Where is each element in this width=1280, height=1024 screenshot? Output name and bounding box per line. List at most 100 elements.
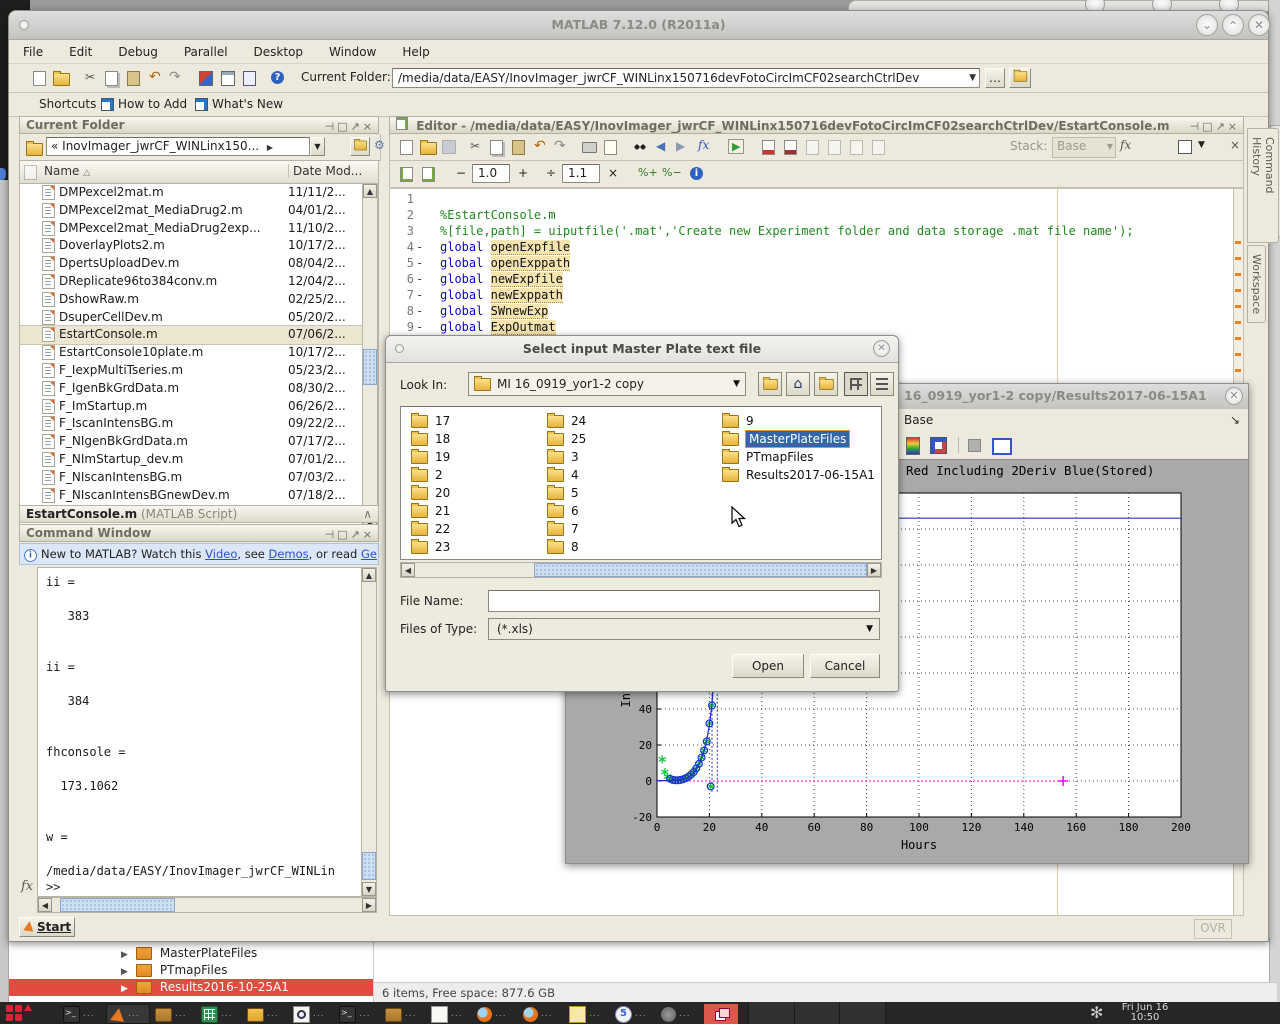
multiply-icon[interactable]: × (608, 166, 618, 180)
file-name-input[interactable] (488, 590, 880, 612)
close-button[interactable]: ✕ (1225, 387, 1243, 405)
start-button[interactable]: Start (19, 917, 75, 937)
menu-file[interactable]: File (23, 45, 43, 59)
menu-debug[interactable]: Debug (118, 45, 157, 59)
code-area[interactable]: 12%EstartConsole.m3%[file,path] = uiputf… (392, 191, 1232, 335)
go-back-icon[interactable]: ◀ (656, 139, 665, 153)
current-folder-header[interactable]: Current Folder ⊣□↗× (19, 116, 379, 134)
code-line[interactable]: 5-global openExppath (392, 255, 1232, 271)
code-line[interactable]: 2%EstartConsole.m (392, 207, 1232, 223)
lint-mark[interactable] (1235, 273, 1241, 276)
edit-plot-icon[interactable] (968, 439, 981, 452)
taskbar-item-calc[interactable]: ... (198, 1004, 242, 1024)
dock-icon[interactable]: ⊣ (325, 528, 338, 541)
redo-icon[interactable]: ↷ (169, 69, 181, 85)
lint-mark[interactable] (1235, 257, 1241, 260)
scroll-right-icon[interactable]: ▶ (362, 898, 376, 912)
grid-view-button[interactable] (844, 372, 868, 396)
redo-icon[interactable]: ↷ (554, 138, 566, 154)
dropdown-icon[interactable]: ▼ (733, 373, 740, 395)
clear-breakpoints-icon[interactable] (784, 140, 797, 155)
taskbar-item-find[interactable]: ... (290, 1004, 334, 1024)
fm-tree-row[interactable]: ▶MasterPlateFiles (9, 945, 373, 962)
undock-icon[interactable]: ↗ (1216, 120, 1228, 133)
print-icon[interactable] (582, 142, 597, 153)
path-dropdown-icon[interactable]: ▼ (969, 69, 976, 87)
file-row[interactable]: F_NIscanIntensBG.m07/03/2... (20, 469, 362, 487)
code-line[interactable]: 3%[file,path] = uiputfile('.mat','Create… (392, 223, 1232, 239)
expand-icon[interactable]: ▶ (121, 981, 128, 998)
help-icon[interactable]: ? (271, 71, 284, 84)
file-row[interactable]: DsuperCellDev.m05/20/2... (20, 309, 362, 327)
fm-tree-row[interactable]: ▶PTmapFiles (9, 962, 373, 979)
tab-workspace[interactable]: Workspace (1247, 245, 1266, 323)
undo-icon[interactable]: ↶ (149, 69, 161, 85)
cf-vscrollbar[interactable]: ▲ ▼ (362, 183, 378, 532)
file-row[interactable]: F_ImStartup.m06/26/2... (20, 398, 362, 416)
scroll-up-icon[interactable]: ▲ (363, 184, 377, 198)
insert-cell-icon[interactable] (400, 167, 413, 182)
step-icon[interactable] (806, 140, 819, 155)
stack-fx-icon[interactable]: fx (1120, 138, 1131, 152)
code-line[interactable]: 1 (392, 191, 1232, 207)
code-line[interactable]: 4-global openExpfile (392, 239, 1232, 255)
dialog-folder-item[interactable]: 21 (411, 502, 541, 520)
stack-combo[interactable]: Base ▼ (1052, 137, 1116, 158)
command-window-header[interactable]: Command Window ⊣□↗× (19, 524, 379, 542)
dialog-folder-item[interactable]: Results2017-06-15A1 (722, 466, 882, 484)
decrease-icon[interactable]: − (456, 166, 466, 180)
dialog-folder-item[interactable]: 2 (411, 466, 541, 484)
increase-icon[interactable]: + (518, 166, 528, 180)
dialog-folder-item[interactable]: 4 (547, 466, 717, 484)
dialog-hscroll-thumb[interactable] (534, 563, 867, 577)
taskbar-item-camera[interactable]: ... (658, 1004, 702, 1024)
value2-field[interactable]: 1.1 (562, 164, 600, 183)
taskbar-item-firefox[interactable]: ... (520, 1004, 564, 1024)
print-preview-icon[interactable] (604, 140, 617, 155)
doc-view-dropdown-icon[interactable]: ▼ (1198, 140, 1205, 150)
maximize-icon[interactable]: □ (337, 120, 350, 133)
open-icon[interactable] (420, 142, 437, 155)
name-column-header[interactable]: Name △ (44, 164, 90, 178)
dialog-home-button[interactable]: ⌂ (786, 372, 810, 396)
video-link[interactable]: Video (205, 547, 237, 561)
code-line[interactable]: 6-global newExpfile (392, 271, 1232, 287)
cell-info-icon[interactable]: i (690, 167, 703, 180)
dialog-new-folder-button[interactable] (814, 372, 838, 396)
dock-arrow-icon[interactable]: ↘ (1230, 409, 1240, 431)
lint-mark[interactable] (1235, 353, 1241, 356)
cw-hscroll-thumb[interactable] (60, 898, 175, 912)
save-icon[interactable] (442, 140, 456, 154)
taskbar-item-circle5[interactable]: ... (612, 1004, 656, 1024)
close-doc-icon[interactable]: × (1230, 138, 1240, 152)
taskbar-item-textdoc[interactable]: ... (566, 1004, 610, 1024)
address-combo[interactable]: « InovImager_jwrCF_WINLinx150... ▶ (46, 137, 310, 156)
menu-edit[interactable]: Edit (69, 45, 92, 59)
dialog-folder-item[interactable]: 9 (722, 412, 882, 430)
file-row[interactable]: F_NIgenBkGrdData.m07/17/2... (20, 433, 362, 451)
maximize-button[interactable]: ⌃ (1222, 14, 1244, 36)
editor-header[interactable]: Editor - /media/data/EASY/InovImager_jwr… (389, 116, 1244, 134)
dropdown-icon[interactable]: ▼ (866, 619, 873, 639)
file-row[interactable]: F_NIscanIntensBGnewDev.m07/18/2... (20, 487, 362, 504)
cut-icon[interactable]: ✂ (85, 70, 95, 84)
lint-mark[interactable] (1235, 241, 1241, 244)
file-row[interactable]: DshowRaw.m02/25/2... (20, 291, 362, 309)
colormap-icon[interactable] (906, 437, 920, 455)
close-icon[interactable]: × (1228, 120, 1240, 133)
dialog-folder-item[interactable]: PTmapFiles (722, 448, 882, 466)
legend-icon[interactable] (930, 437, 947, 454)
file-row[interactable]: F_IscanIntensBG.m09/22/2... (20, 415, 362, 433)
menu-desktop[interactable]: Desktop (254, 45, 304, 59)
cf-scroll-thumb[interactable] (363, 349, 377, 385)
dock-icon[interactable]: ⊣ (1190, 120, 1203, 133)
taskbar-item-folder2[interactable]: ... (244, 1004, 288, 1024)
scroll-up-icon[interactable]: ▲ (362, 568, 376, 582)
insert-panel-icon[interactable] (992, 438, 1012, 455)
code-line[interactable]: 7-global newExppath (392, 287, 1232, 303)
file-row[interactable]: DpertsUploadDev.m08/04/2... (20, 255, 362, 273)
step-in-icon[interactable] (828, 140, 841, 155)
file-row[interactable]: EstartConsole10plate.m10/17/2... (20, 344, 362, 362)
dock-icon[interactable]: ⊣ (325, 120, 338, 133)
file-row[interactable]: DoverlayPlots2.m10/17/2... (20, 237, 362, 255)
